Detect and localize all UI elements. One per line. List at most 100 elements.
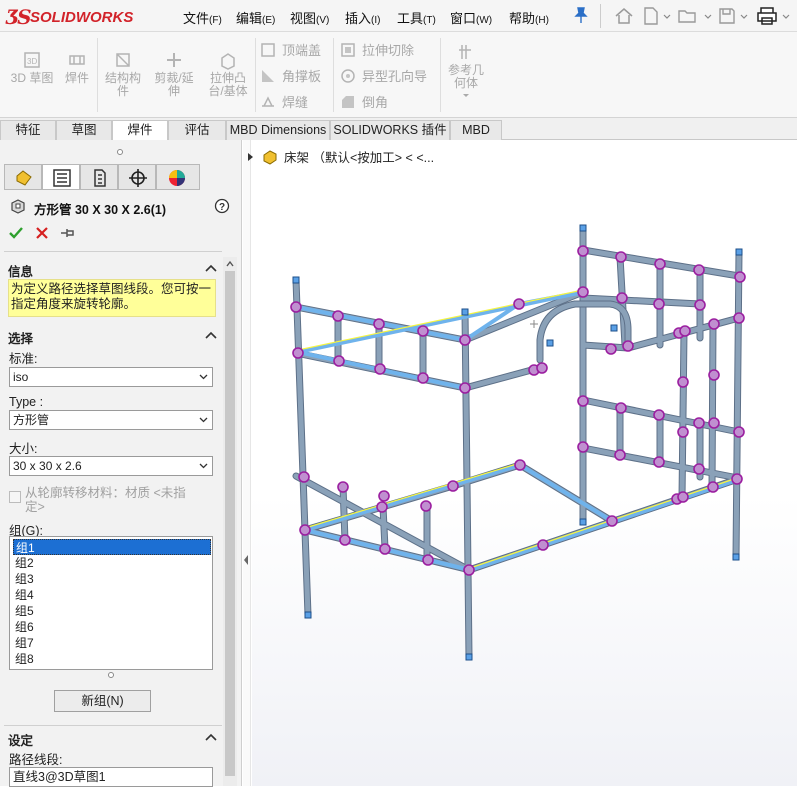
joint-nodes: [290, 245, 746, 576]
end-cap-button[interactable]: 顶端盖: [260, 40, 321, 59]
menu-help[interactable]: 帮助(H): [509, 8, 549, 27]
cancel-x-icon[interactable]: [35, 226, 49, 240]
origin-marker-icon: [530, 320, 538, 328]
standard-label: 标准:: [9, 352, 38, 366]
tab-dimxpert-manager[interactable]: [118, 164, 156, 190]
list-item[interactable]: 组5: [13, 603, 211, 619]
size-select[interactable]: 30 x 30 x 2.6: [9, 456, 213, 476]
sketch3d-button[interactable]: 3D 3D 草图: [8, 50, 56, 85]
weldment-icon: [69, 55, 85, 65]
tab-mbd[interactable]: MBD: [450, 120, 502, 140]
command-manager-tabs: 特征 草图 焊件 评估 MBD Dimensions SOLIDWORKS 插件…: [0, 118, 797, 141]
chevron-down-icon[interactable]: [740, 6, 748, 26]
type-label: Type :: [9, 395, 44, 409]
open-folder-icon[interactable]: [677, 6, 699, 26]
chevron-down-icon[interactable]: [663, 6, 671, 26]
tab-display-manager[interactable]: [156, 164, 200, 190]
info-message: 为定义路径选择草图线段。您可按一指定角度来旋转轮廓。: [8, 279, 216, 317]
weld-bead-button[interactable]: 焊缝: [260, 92, 308, 111]
panel-expand-dot-icon[interactable]: [116, 148, 124, 156]
list-item[interactable]: 组8: [13, 651, 211, 667]
standard-select[interactable]: iso: [9, 367, 213, 387]
chevron-down-icon: [199, 463, 208, 469]
extruded-cut-button[interactable]: 拉伸切除: [340, 40, 414, 59]
menu-window[interactable]: 窗口(W): [450, 8, 492, 27]
collapse-caret-icon[interactable]: [205, 264, 217, 272]
extruded-cut-icon: [341, 43, 355, 57]
hole-wizard-icon: [341, 69, 355, 83]
extruded-boss-icon: [221, 53, 235, 70]
list-item[interactable]: 组2: [13, 555, 211, 571]
panel-scrollbar[interactable]: [223, 257, 237, 786]
tab-solidworks-addins[interactable]: SOLIDWORKS 插件: [330, 120, 450, 140]
ds-logo-icon: ƷS: [6, 5, 32, 29]
tab-weldments[interactable]: 焊件: [112, 120, 168, 141]
trim-extend-icon: [167, 53, 181, 67]
menu-file[interactable]: 文件(F): [183, 8, 222, 27]
collapse-caret-icon[interactable]: [205, 331, 217, 339]
new-group-button[interactable]: 新组(N): [54, 690, 151, 712]
chevron-down-icon[interactable]: [704, 6, 712, 26]
collapse-caret-icon[interactable]: [205, 733, 217, 741]
save-icon[interactable]: [717, 6, 737, 26]
tab-property-manager[interactable]: [42, 164, 80, 190]
reference-geometry-button[interactable]: 参考几何体: [446, 42, 486, 99]
menu-insert[interactable]: 插入(I): [345, 8, 380, 27]
endpoint-handles: [292, 224, 743, 661]
bunk-bed-frame-model[interactable]: .tube{stroke:#8aa1b8;stroke-width:5;stro…: [252, 140, 797, 786]
panel-splitter[interactable]: [243, 140, 251, 786]
home-icon[interactable]: [614, 6, 634, 26]
tab-features[interactable]: 特征: [0, 120, 56, 140]
new-document-icon[interactable]: [641, 6, 661, 26]
crosshair-icon: [129, 169, 147, 187]
structural-member-icon: [11, 199, 25, 214]
pushpin-icon[interactable]: [60, 226, 76, 240]
tab-configuration-manager[interactable]: [80, 164, 118, 190]
trim-extend-button[interactable]: 剪裁/延伸: [150, 50, 198, 98]
frame-tubes: [292, 224, 743, 661]
chamfer-icon: [342, 96, 354, 108]
solidworks-logo[interactable]: ƷS SOLIDWORKS: [6, 4, 166, 29]
group-listbox[interactable]: 组1 组2 组3 组4 组5 组6 组7 组8: [9, 536, 213, 670]
reference-geometry-icon: [459, 45, 471, 59]
chamfer-button[interactable]: 倒角: [340, 92, 388, 111]
pin-icon[interactable]: [574, 6, 588, 24]
extruded-boss-button[interactable]: 拉伸凸台/基体: [203, 50, 253, 98]
list-item[interactable]: 组7: [13, 635, 211, 651]
menu-tools[interactable]: 工具(T): [397, 8, 436, 27]
appearance-sphere-icon: [169, 170, 185, 186]
selected-path-segments: [295, 289, 738, 572]
list-item[interactable]: 组1: [13, 539, 211, 555]
gusset-button[interactable]: 角撑板: [260, 66, 321, 85]
structural-member-button[interactable]: 结构构件: [101, 50, 145, 98]
menu-bar: ƷS SOLIDWORKS 文件(F) 编辑(E) 视图(V) 插入(I) 工具…: [0, 0, 797, 32]
menu-edit[interactable]: 编辑(E): [236, 8, 275, 27]
size-label: 大小:: [9, 442, 38, 456]
collapse-panel-arrow-icon[interactable]: [243, 554, 250, 566]
tab-mbd-dimensions[interactable]: MBD Dimensions: [226, 120, 330, 140]
chevron-down-icon[interactable]: [782, 6, 790, 26]
list-item[interactable]: 组6: [13, 619, 211, 635]
transfer-material-checkbox[interactable]: [9, 491, 21, 503]
configuration-manager-icon: [94, 169, 106, 187]
ok-check-icon[interactable]: [8, 225, 24, 241]
tab-evaluate[interactable]: 评估: [168, 120, 226, 140]
hole-wizard-button[interactable]: 异型孔向导: [340, 66, 427, 85]
path-segments-field[interactable]: 直线3@3D草图1: [9, 767, 213, 787]
weldment-button[interactable]: 焊件: [62, 50, 92, 85]
print-icon[interactable]: [756, 6, 778, 26]
menu-view[interactable]: 视图(V): [290, 8, 329, 27]
section-selection-head: 选择: [8, 332, 34, 346]
type-select[interactable]: 方形管: [9, 410, 213, 430]
listbox-resize-handle[interactable]: [107, 671, 115, 679]
svg-text:?: ?: [219, 202, 225, 213]
chevron-down-icon: [463, 94, 469, 97]
gusset-icon: [262, 70, 274, 82]
help-icon[interactable]: ?: [214, 198, 230, 214]
tab-feature-manager[interactable]: [4, 164, 42, 190]
scrollbar-thumb[interactable]: [225, 271, 235, 776]
scroll-up-icon[interactable]: [225, 259, 235, 269]
list-item[interactable]: 组3: [13, 571, 211, 587]
list-item[interactable]: 组4: [13, 587, 211, 603]
tab-sketch[interactable]: 草图: [56, 120, 112, 140]
